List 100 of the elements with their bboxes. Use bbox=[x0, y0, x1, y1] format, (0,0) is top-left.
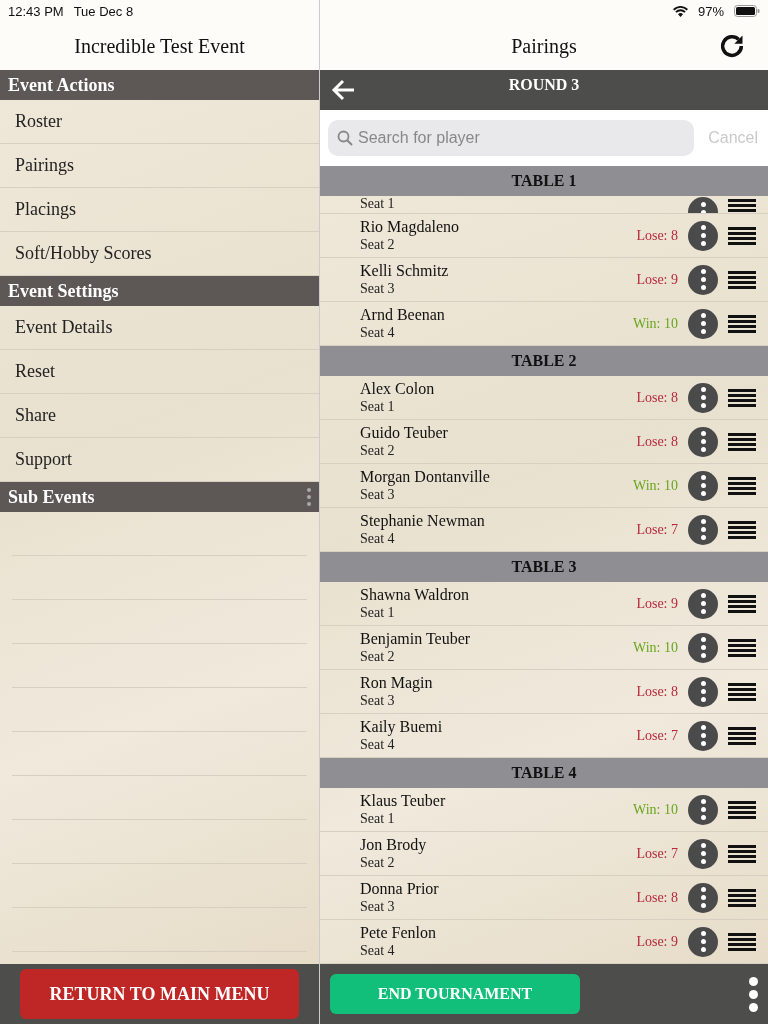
drag-handle-icon[interactable] bbox=[728, 430, 756, 453]
table-title: TABLE 4 bbox=[511, 764, 577, 782]
drag-handle-icon[interactable] bbox=[728, 930, 756, 953]
refresh-icon[interactable] bbox=[718, 32, 746, 60]
more-icon[interactable] bbox=[688, 720, 718, 751]
menu-item[interactable]: Roster bbox=[0, 100, 319, 144]
seat-label: Seat 4 bbox=[360, 736, 396, 754]
player-name: Shawna Waldron bbox=[360, 585, 471, 604]
seat-label: Seat 2 bbox=[360, 648, 396, 666]
section-title: Event Settings bbox=[8, 280, 119, 302]
drag-handle-icon[interactable] bbox=[728, 224, 756, 247]
drag-handle-icon[interactable] bbox=[728, 518, 756, 541]
drag-handle-icon[interactable] bbox=[728, 798, 756, 821]
drag-handle-icon[interactable] bbox=[728, 386, 756, 409]
more-icon[interactable] bbox=[688, 382, 718, 413]
seat-label: Seat 3 bbox=[360, 279, 396, 298]
drag-handle-icon[interactable] bbox=[728, 592, 756, 615]
status-time: 12:43 PM bbox=[8, 3, 64, 19]
player-name: Kaily Buemi bbox=[360, 717, 444, 736]
menu-item[interactable]: Placings bbox=[0, 188, 319, 232]
battery-icon bbox=[734, 5, 760, 17]
drag-handle-icon[interactable] bbox=[728, 474, 756, 497]
result-label: Lose: 8 bbox=[636, 683, 678, 700]
table-title: TABLE 1 bbox=[511, 172, 577, 190]
result-label: Lose: 7 bbox=[636, 727, 678, 744]
player-name: Benjamin Teuber bbox=[360, 629, 472, 648]
drag-handle-icon[interactable] bbox=[728, 312, 756, 335]
seat-label: Seat 3 bbox=[360, 486, 396, 504]
seat-label: Seat 3 bbox=[360, 897, 396, 916]
result-label: Lose: 7 bbox=[636, 521, 678, 538]
sidebar-title: Incredible Test Event bbox=[74, 34, 245, 58]
seat-label: Seat 4 bbox=[360, 323, 396, 342]
player-name: Morgan Dontanville bbox=[360, 467, 491, 486]
more-icon[interactable] bbox=[688, 426, 718, 457]
search-icon bbox=[337, 130, 353, 146]
table-title: TABLE 2 bbox=[511, 352, 577, 370]
more-icon[interactable] bbox=[688, 632, 718, 663]
player-name: Pete Fenlon bbox=[360, 923, 437, 942]
player-name: Jon Brody bbox=[360, 835, 428, 854]
result-label: Lose: 8 bbox=[636, 389, 678, 406]
drag-handle-icon[interactable] bbox=[728, 197, 756, 213]
drag-handle-icon[interactable] bbox=[728, 724, 756, 747]
seat-label: Seat 1 bbox=[360, 603, 396, 622]
more-icon[interactable] bbox=[688, 470, 718, 501]
return-to-main-menu-button[interactable]: RETURN TO MAIN MENU bbox=[20, 969, 299, 1019]
result-label: Lose: 9 bbox=[636, 595, 678, 612]
more-icon[interactable] bbox=[688, 308, 718, 339]
seat-label: Seat 1 bbox=[360, 196, 396, 213]
drag-handle-icon[interactable] bbox=[728, 268, 756, 291]
more-icon[interactable] bbox=[688, 264, 718, 295]
player-name: Arnd Beenan bbox=[360, 305, 446, 324]
player-name: Alex Colon bbox=[360, 379, 436, 398]
result-label: Lose: 9 bbox=[636, 271, 678, 288]
result-label: Lose: 8 bbox=[636, 433, 678, 450]
player-name: Donna Prior bbox=[360, 879, 440, 898]
result-label: Lose: 7 bbox=[636, 845, 678, 862]
drag-handle-icon[interactable] bbox=[728, 680, 756, 703]
battery-percent: 97% bbox=[697, 3, 724, 19]
page-title: Pairings bbox=[511, 34, 577, 58]
drag-handle-icon[interactable] bbox=[728, 636, 756, 659]
seat-label: Seat 2 bbox=[360, 236, 396, 254]
drag-handle-icon[interactable] bbox=[728, 886, 756, 909]
more-icon[interactable] bbox=[688, 794, 718, 825]
more-icon[interactable] bbox=[688, 838, 718, 869]
result-label: Win: 10 bbox=[633, 477, 678, 494]
seat-label: Seat 1 bbox=[360, 809, 396, 828]
more-icon[interactable] bbox=[688, 588, 718, 619]
more-icon[interactable] bbox=[688, 882, 718, 913]
menu-item[interactable]: Pairings bbox=[0, 144, 319, 188]
more-icon[interactable] bbox=[688, 220, 718, 251]
player-name: Rio Magdaleno bbox=[360, 217, 461, 236]
section-title: Sub Events bbox=[8, 486, 95, 508]
seat-label: Seat 2 bbox=[360, 441, 396, 460]
player-name: Kelli Schmitz bbox=[360, 261, 450, 280]
more-icon[interactable] bbox=[688, 514, 718, 545]
player-name: Stephanie Newman bbox=[360, 511, 486, 530]
result-label: Win: 10 bbox=[633, 315, 678, 332]
search-field[interactable]: Search for player bbox=[328, 120, 695, 156]
result-label: Lose: 8 bbox=[636, 889, 678, 906]
result-label: Lose: 9 bbox=[636, 933, 678, 950]
round-title: ROUND 3 bbox=[508, 76, 580, 94]
seat-label: Seat 4 bbox=[360, 530, 396, 548]
player-name: Klaus Teuber bbox=[360, 791, 447, 810]
player-name: Guido Teuber bbox=[360, 423, 449, 442]
player-name: Ron Magin bbox=[360, 673, 434, 692]
section-title: Event Actions bbox=[8, 74, 115, 96]
more-icon[interactable] bbox=[749, 976, 758, 1012]
more-icon[interactable] bbox=[688, 926, 718, 957]
menu-item[interactable]: Event Details bbox=[0, 306, 319, 350]
menu-item[interactable]: Share bbox=[0, 394, 319, 438]
seat-label: Seat 3 bbox=[360, 692, 396, 710]
result-label: Win: 10 bbox=[633, 801, 678, 818]
seat-label: Seat 1 bbox=[360, 397, 396, 416]
seat-label: Seat 4 bbox=[360, 941, 396, 960]
drag-handle-icon[interactable] bbox=[728, 842, 756, 865]
wifi-icon bbox=[672, 5, 688, 17]
menu-item[interactable]: Reset bbox=[0, 350, 319, 394]
back-arrow-icon[interactable] bbox=[330, 78, 356, 102]
more-icon[interactable] bbox=[688, 676, 718, 707]
status-date: Tue Dec 8 bbox=[73, 3, 134, 19]
